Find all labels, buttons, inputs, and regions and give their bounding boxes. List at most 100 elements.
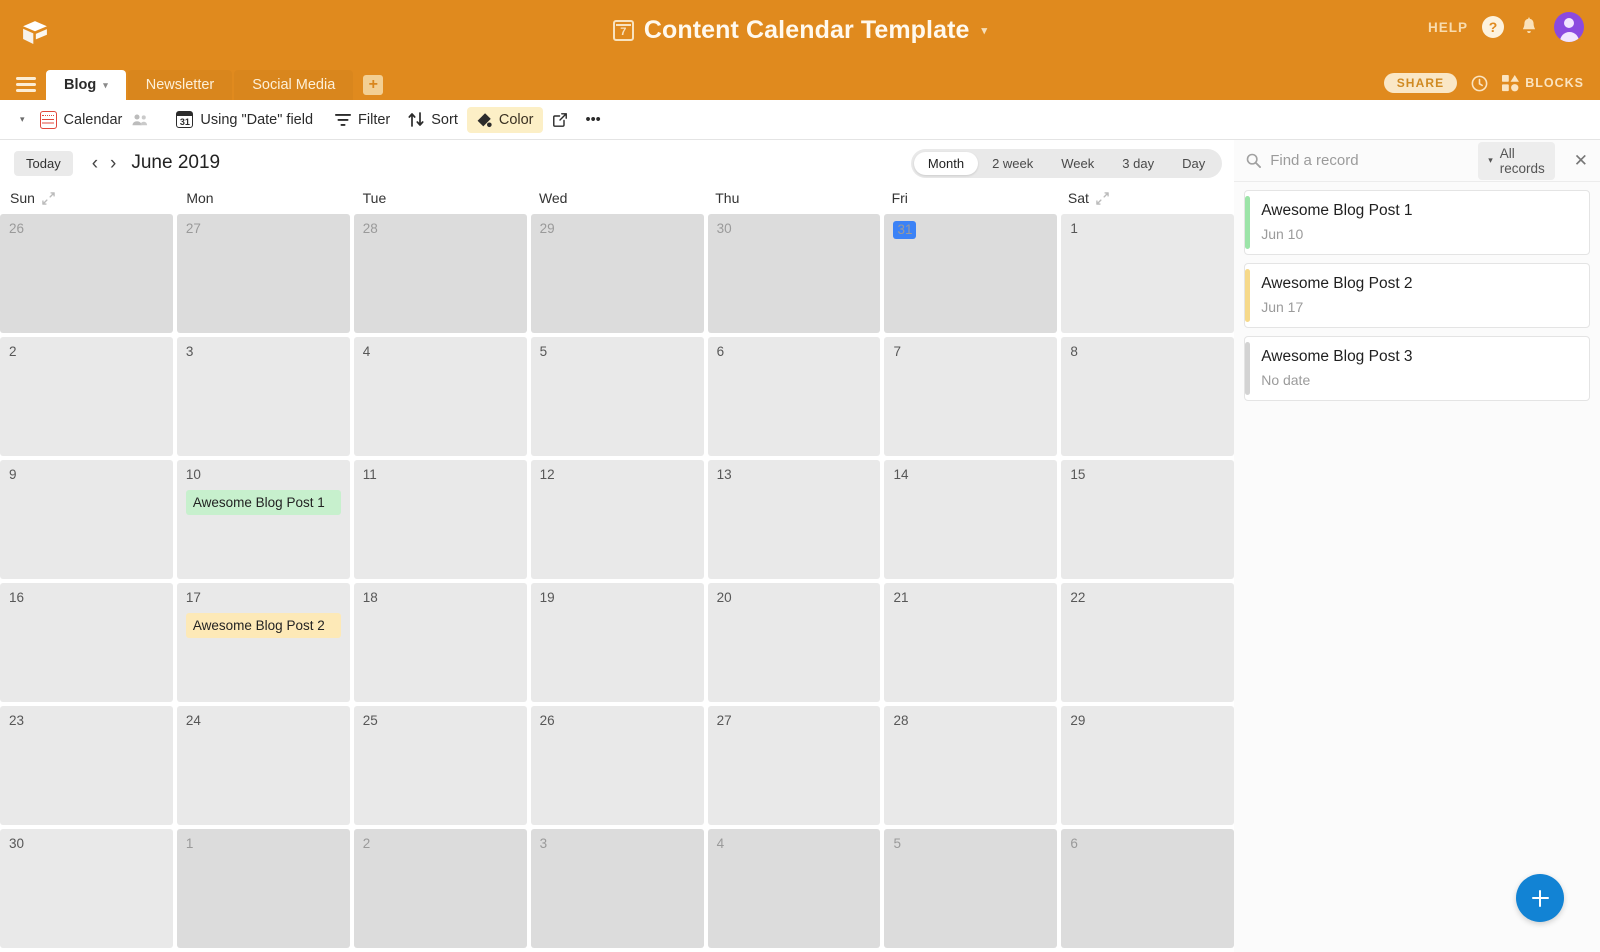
calendar-day-cell[interactable]: 5 xyxy=(531,337,704,456)
prev-month-button[interactable]: ‹ xyxy=(89,154,101,173)
calendar-day-cell[interactable]: 19 xyxy=(531,583,704,702)
calendar-7-icon: 7 xyxy=(613,20,634,41)
calendar-day-cell[interactable]: 3 xyxy=(531,829,704,948)
calendar-day-cell[interactable]: 27 xyxy=(708,706,881,825)
calendar-day-cell[interactable]: 23 xyxy=(0,706,173,825)
calendar-day-cell[interactable]: 30 xyxy=(708,214,881,333)
calendar-event-chip[interactable]: Awesome Blog Post 2 xyxy=(186,613,341,638)
calendar-day-cell[interactable]: 28 xyxy=(354,214,527,333)
calendar-day-cell[interactable]: 10Awesome Blog Post 1 xyxy=(177,460,350,579)
view-mode-2week[interactable]: 2 week xyxy=(978,152,1047,175)
view-name-button[interactable]: Calendar xyxy=(31,106,132,134)
calendar-day-cell[interactable]: 6 xyxy=(1061,829,1234,948)
tab-social-media[interactable]: Social Media xyxy=(234,70,353,100)
bell-icon[interactable] xyxy=(1518,16,1540,38)
calendar-day-cell[interactable]: 9 xyxy=(0,460,173,579)
calendar-day-cell[interactable]: 5 xyxy=(884,829,1057,948)
calendar-event-chip[interactable]: Awesome Blog Post 1 xyxy=(186,490,341,515)
more-options-button[interactable]: ••• xyxy=(577,107,610,133)
blocks-button[interactable]: BLOCKS xyxy=(1502,75,1584,92)
add-table-button[interactable]: + xyxy=(363,75,383,95)
calendar-day-cell[interactable]: 17Awesome Blog Post 2 xyxy=(177,583,350,702)
next-month-button[interactable]: › xyxy=(107,154,119,173)
calendar-day-cell[interactable]: 1 xyxy=(1061,214,1234,333)
record-card[interactable]: Awesome Blog Post 2Jun 17 xyxy=(1244,263,1590,328)
view-mode-month[interactable]: Month xyxy=(914,152,978,175)
calendar-day-cell[interactable]: 26 xyxy=(0,214,173,333)
calendar-day-cell[interactable]: 6 xyxy=(708,337,881,456)
question-circle-icon[interactable]: ? xyxy=(1482,16,1504,38)
tab-blog-label: Blog xyxy=(64,77,96,93)
calendar-day-cell[interactable]: 26 xyxy=(531,706,704,825)
calendar-day-cell[interactable]: 29 xyxy=(1061,706,1234,825)
date-number: 7 xyxy=(893,344,1048,360)
date-number: 21 xyxy=(893,590,1048,606)
search-icon xyxy=(1246,153,1261,168)
collapse-column-icon[interactable] xyxy=(42,192,55,205)
date-field-button[interactable]: 31 Using "Date" field xyxy=(167,106,322,133)
view-mode-week[interactable]: Week xyxy=(1047,152,1108,175)
tab-blog[interactable]: Blog ▾ xyxy=(46,70,126,100)
record-color-bar xyxy=(1245,196,1250,249)
history-clock-icon[interactable] xyxy=(1470,74,1489,93)
chevron-down-icon[interactable]: ▾ xyxy=(103,80,108,91)
calendar-day-cell[interactable]: 1 xyxy=(177,829,350,948)
calendar-31-icon: 31 xyxy=(176,111,193,128)
calendar-day-cell[interactable]: 16 xyxy=(0,583,173,702)
color-button[interactable]: Color xyxy=(467,107,543,133)
calendar-day-cell[interactable]: 4 xyxy=(354,337,527,456)
calendar-day-cell[interactable]: 2 xyxy=(354,829,527,948)
record-card[interactable]: Awesome Blog Post 1Jun 10 xyxy=(1244,190,1590,255)
calendar-day-cell[interactable]: 14 xyxy=(884,460,1057,579)
calendar-day-cell[interactable]: 13 xyxy=(708,460,881,579)
chevron-down-icon[interactable]: ▾ xyxy=(982,24,988,37)
people-icon[interactable] xyxy=(131,113,149,127)
date-number: 29 xyxy=(1070,713,1225,729)
weekday-sun: Sun xyxy=(0,186,176,214)
calendar-day-cell[interactable]: 25 xyxy=(354,706,527,825)
close-icon[interactable]: ✕ xyxy=(1574,152,1588,169)
date-number: 30 xyxy=(717,221,872,237)
calendar-day-cell[interactable]: 31 xyxy=(884,214,1057,333)
avatar[interactable] xyxy=(1554,12,1584,42)
search-bar: ▾ All records ✕ xyxy=(1234,140,1600,182)
calendar-day-cell[interactable]: 22 xyxy=(1061,583,1234,702)
calendar-day-cell[interactable]: 4 xyxy=(708,829,881,948)
filter-button[interactable]: Filter xyxy=(326,107,399,133)
record-filter-dropdown[interactable]: ▾ All records xyxy=(1478,142,1555,180)
calendar-day-cell[interactable]: 8 xyxy=(1061,337,1234,456)
calendar-day-cell[interactable]: 21 xyxy=(884,583,1057,702)
calendar-day-cell[interactable]: 7 xyxy=(884,337,1057,456)
calendar-day-cell[interactable]: 12 xyxy=(531,460,704,579)
search-input[interactable] xyxy=(1270,152,1469,169)
record-card[interactable]: Awesome Blog Post 3No date xyxy=(1244,336,1590,401)
record-title: Awesome Blog Post 1 xyxy=(1261,202,1575,220)
today-button[interactable]: Today xyxy=(14,151,73,176)
calendar-day-cell[interactable]: 3 xyxy=(177,337,350,456)
weekday-wed-label: Wed xyxy=(539,190,568,206)
calendar-day-cell[interactable]: 15 xyxy=(1061,460,1234,579)
calendar-day-cell[interactable]: 11 xyxy=(354,460,527,579)
sort-button[interactable]: Sort xyxy=(399,107,467,133)
add-record-button[interactable] xyxy=(1516,874,1564,922)
calendar-day-cell[interactable]: 20 xyxy=(708,583,881,702)
sidebar-collapse-caret[interactable]: ▾ xyxy=(14,110,31,129)
calendar-day-cell[interactable]: 28 xyxy=(884,706,1057,825)
sort-icon xyxy=(408,112,424,127)
help-label[interactable]: HELP xyxy=(1428,20,1468,35)
date-number: 9 xyxy=(9,467,164,483)
share-view-button[interactable] xyxy=(543,107,577,133)
calendar-day-cell[interactable]: 18 xyxy=(354,583,527,702)
view-mode-3day[interactable]: 3 day xyxy=(1108,152,1168,175)
collapse-column-icon[interactable] xyxy=(1096,192,1109,205)
hamburger-menu-icon[interactable] xyxy=(16,77,36,91)
tab-newsletter[interactable]: Newsletter xyxy=(128,70,233,100)
calendar-day-cell[interactable]: 24 xyxy=(177,706,350,825)
calendar-day-cell[interactable]: 2 xyxy=(0,337,173,456)
calendar-day-cell[interactable]: 27 xyxy=(177,214,350,333)
calendar-day-cell[interactable]: 30 xyxy=(0,829,173,948)
view-mode-day[interactable]: Day xyxy=(1168,152,1219,175)
calendar-day-cell[interactable]: 29 xyxy=(531,214,704,333)
share-button[interactable]: SHARE xyxy=(1384,73,1458,93)
paint-drop-icon xyxy=(476,112,492,128)
